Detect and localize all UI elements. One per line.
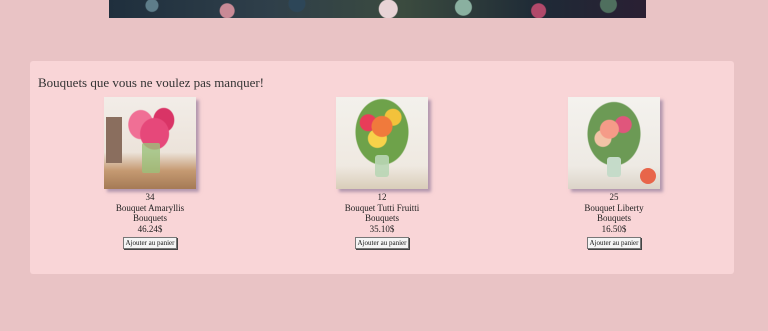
hero-banner-image xyxy=(109,0,646,18)
product-name: Bouquet Liberty xyxy=(584,202,644,213)
promo-badge-icon xyxy=(640,168,656,184)
add-to-cart-button[interactable]: Ajouter au panier xyxy=(354,237,410,249)
product-name: Bouquet Amaryllis xyxy=(115,202,185,213)
product-image[interactable] xyxy=(104,97,196,189)
add-to-cart-button[interactable]: Ajouter au panier xyxy=(586,237,642,249)
product-price: 35.10$ xyxy=(369,223,395,234)
product-price: 16.50$ xyxy=(601,223,627,234)
product-price: 46.24$ xyxy=(137,223,163,234)
section-title: Bouquets que vous ne voulez pas manquer! xyxy=(38,75,265,90)
product-card: 25 Bouquet Liberty Bouquets 16.50$ Ajout… xyxy=(549,97,679,249)
product-image[interactable] xyxy=(568,97,660,189)
product-card: 12 Bouquet Tutti Fruitti Bouquets 35.10$… xyxy=(317,97,447,249)
product-quantity: 12 xyxy=(377,192,387,202)
product-category: Bouquets xyxy=(364,213,399,223)
product-quantity: 34 xyxy=(145,192,155,202)
product-category: Bouquets xyxy=(596,213,631,223)
product-card: 34 Bouquet Amaryllis Bouquets 46.24$ Ajo… xyxy=(85,97,215,249)
featured-bouquets-panel: Bouquets que vous ne voulez pas manquer!… xyxy=(30,61,734,274)
product-category: Bouquets xyxy=(132,213,167,223)
product-image[interactable] xyxy=(336,97,428,189)
product-name: Bouquet Tutti Fruitti xyxy=(344,202,420,213)
add-to-cart-button[interactable]: Ajouter au panier xyxy=(122,237,178,249)
product-quantity: 25 xyxy=(609,192,619,202)
